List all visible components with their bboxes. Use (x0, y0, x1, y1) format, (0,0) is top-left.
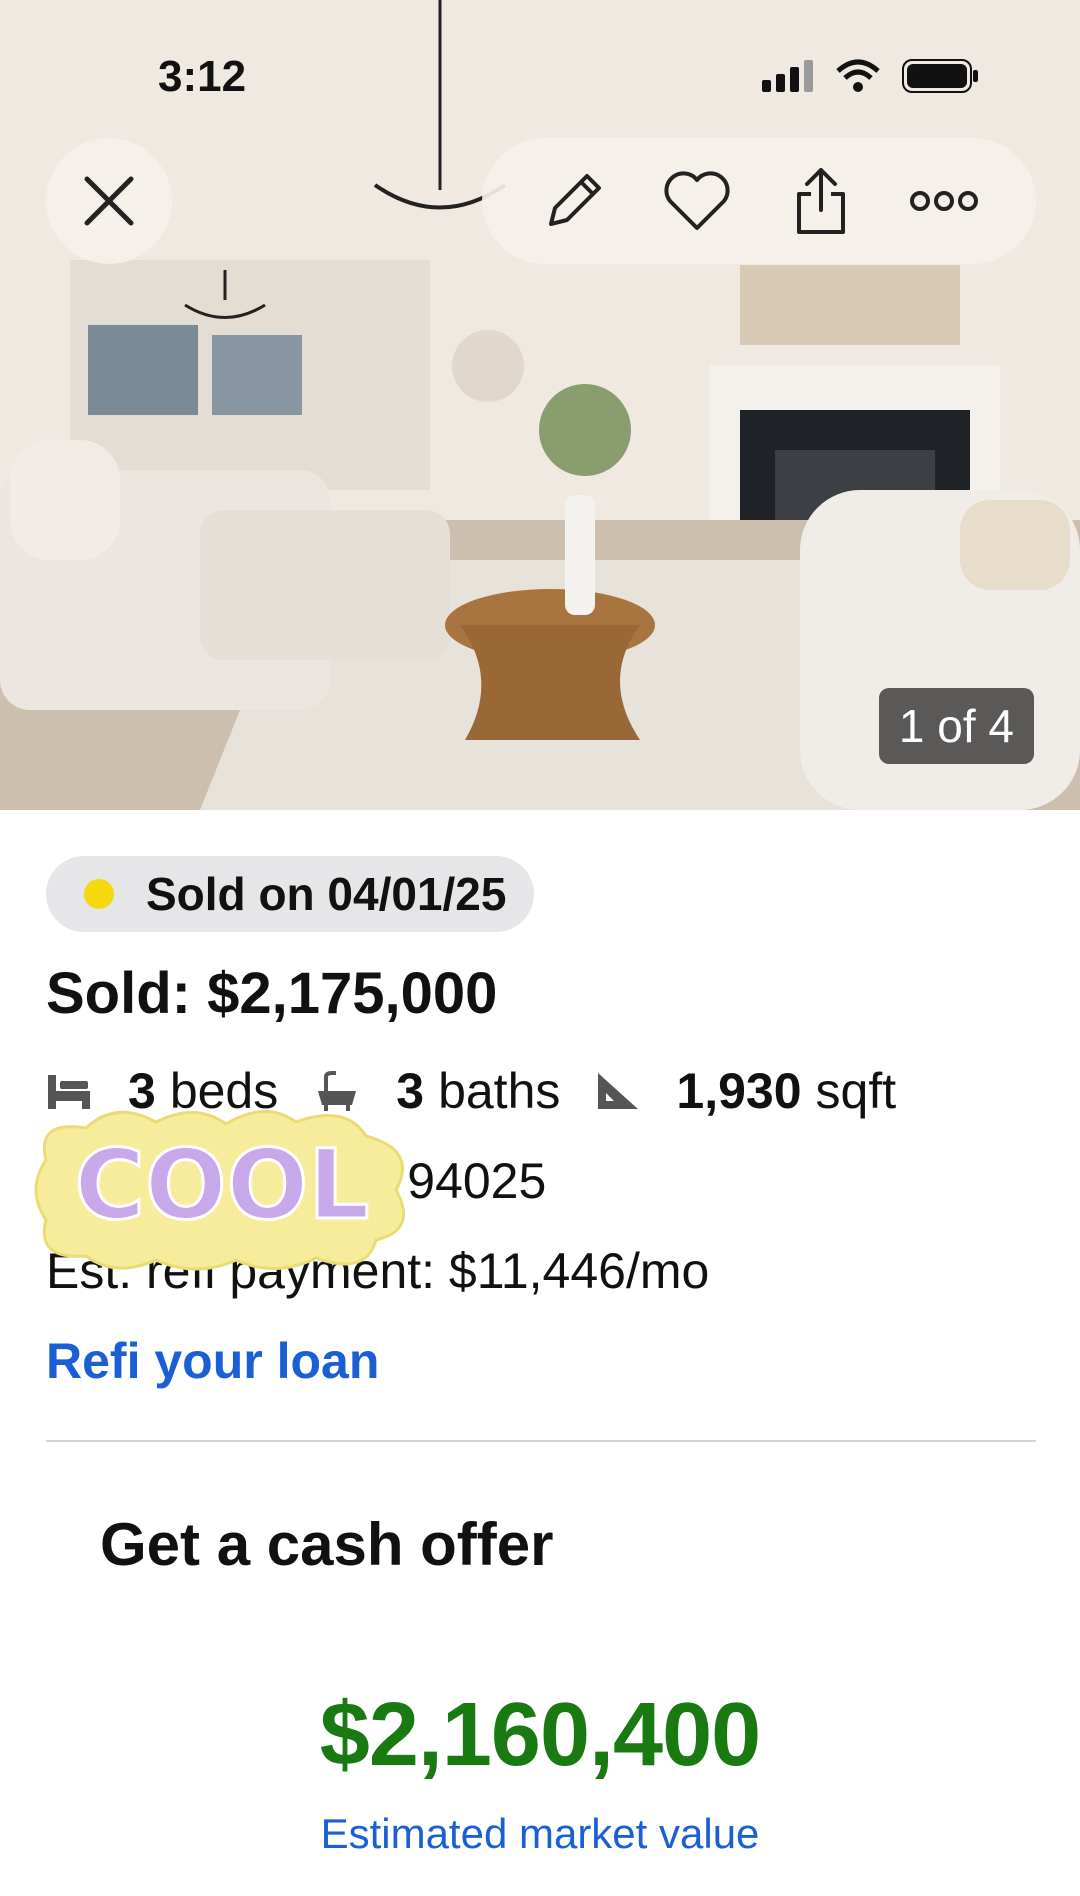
sold-status-dot (84, 879, 114, 909)
favorite-button[interactable] (652, 156, 742, 246)
status-icons (762, 58, 980, 94)
share-button[interactable] (776, 156, 866, 246)
edit-button[interactable] (529, 156, 619, 246)
pencil-icon (548, 174, 601, 226)
divider (46, 1440, 1036, 1442)
action-bar (482, 138, 1036, 264)
refi-loan-link[interactable]: Refi your loan (46, 1332, 379, 1390)
cool-sticker: COOL (34, 1110, 406, 1271)
more-icon (910, 191, 979, 211)
wifi-icon (836, 59, 880, 92)
sqft-value: 1,930 (676, 1063, 802, 1119)
sqft-unit: sqft (815, 1063, 897, 1119)
more-button[interactable] (899, 156, 989, 246)
heart-icon (664, 171, 730, 230)
market-value-label: Estimated market value (320, 1810, 760, 1857)
share-icon (796, 168, 845, 234)
photo-counter: 1 of 4 (878, 688, 1034, 764)
status-time: 3:12 (158, 52, 247, 101)
sticker-text: COOL (75, 1129, 370, 1241)
status-badge: Sold on 04/01/25 (46, 856, 535, 932)
cash-offer-title: Get a cash offer (100, 1511, 554, 1578)
sold-price: Sold: $2,175,000 (46, 961, 498, 1026)
listing-photo[interactable]: 3:12 1 of 4 (0, 0, 1080, 810)
sqft-fact: 1,930 sqft (596, 1062, 896, 1120)
signal-icon (762, 60, 813, 92)
baths-unit: baths (438, 1063, 561, 1119)
sold-date-label: Sold on 04/01/25 (146, 868, 507, 920)
close-button[interactable] (46, 138, 172, 264)
close-icon (84, 176, 134, 226)
market-value: $2,160,400 (319, 1685, 761, 1785)
ruler-icon (598, 1073, 639, 1109)
battery-icon (902, 59, 978, 93)
